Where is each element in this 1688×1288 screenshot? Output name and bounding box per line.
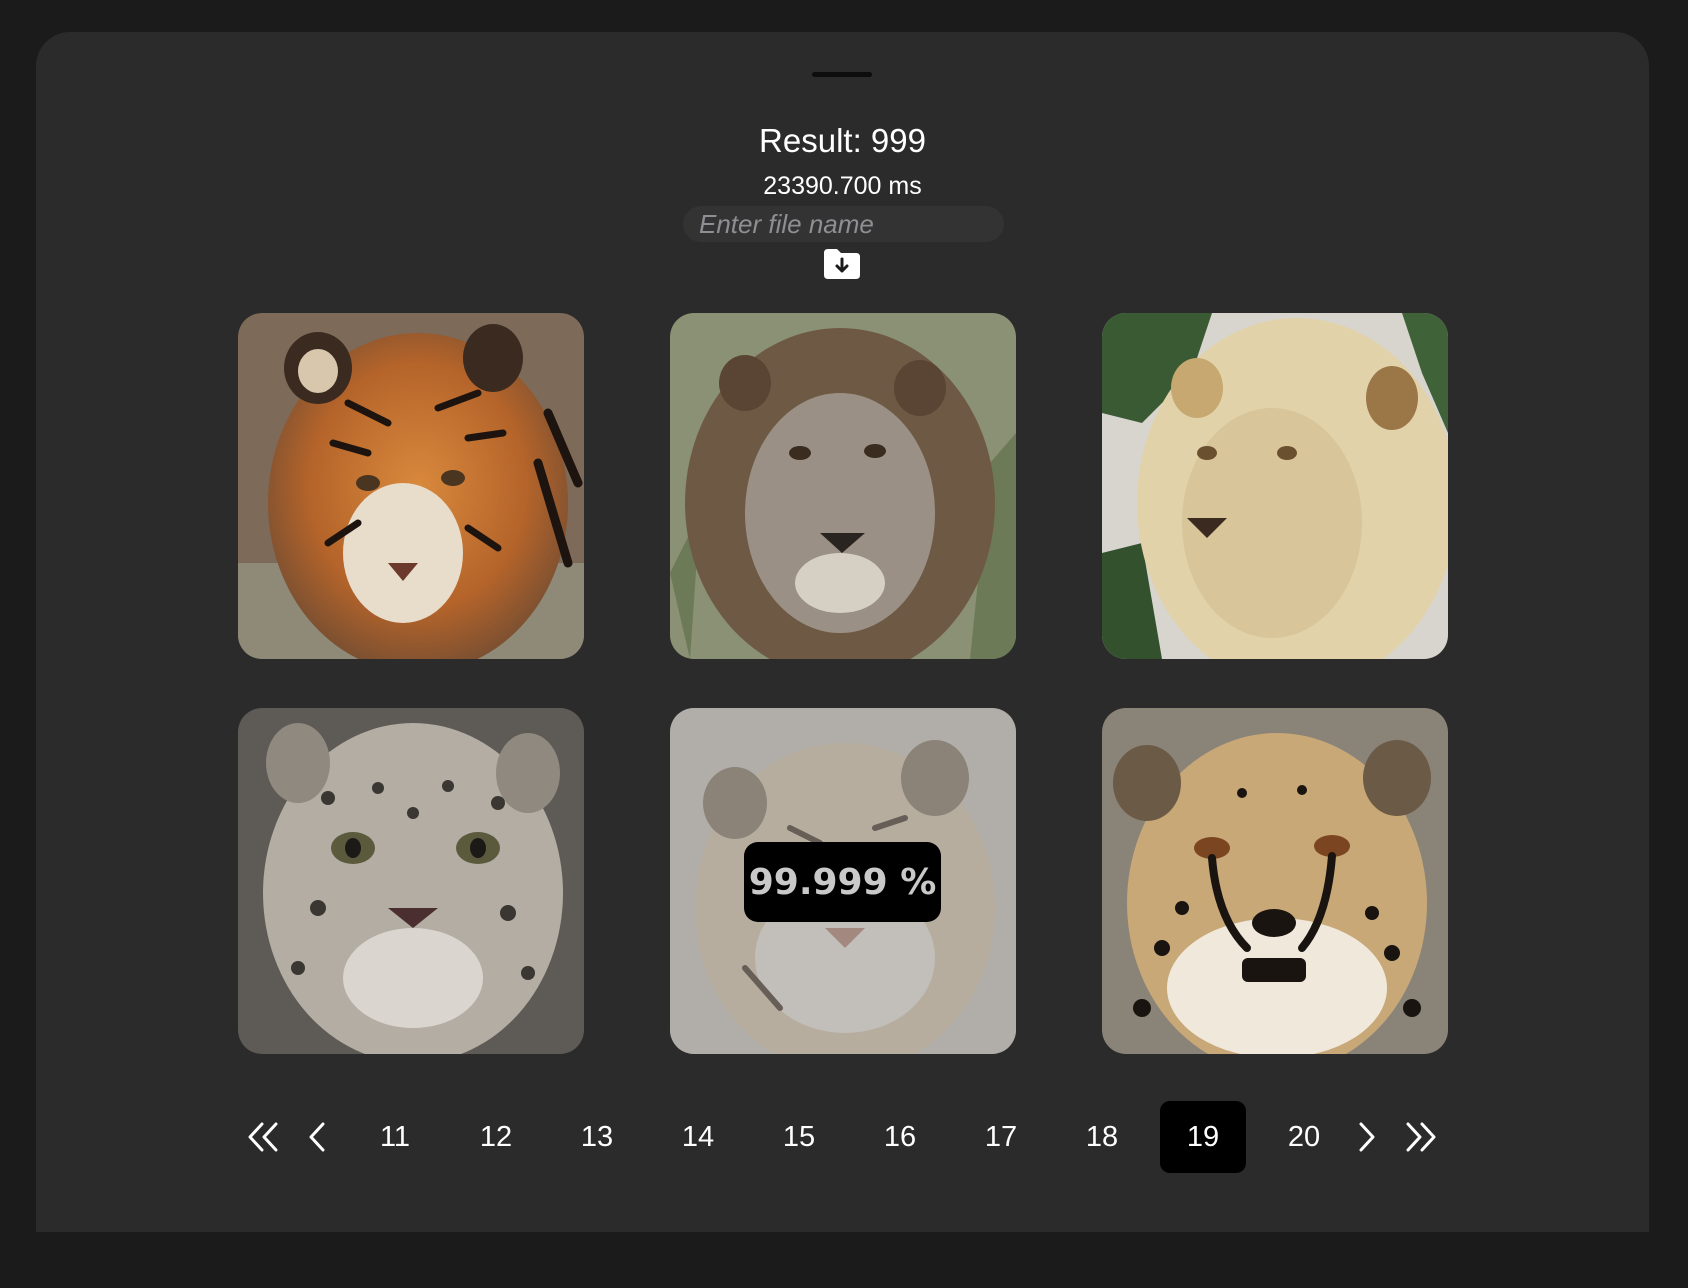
elapsed-time: 23390.700 ms (763, 172, 922, 200)
last-page-button[interactable] (1396, 1101, 1446, 1173)
prev-page-button[interactable] (292, 1101, 342, 1173)
page-19-button-current[interactable]: 19 (1160, 1101, 1246, 1173)
first-page-button[interactable] (238, 1101, 288, 1173)
image-tile-lion[interactable] (670, 313, 1016, 659)
page-12-button[interactable]: 12 (453, 1101, 539, 1173)
page-11-button[interactable]: 11 (352, 1101, 438, 1173)
page-13-button[interactable]: 13 (554, 1101, 640, 1173)
tiger-photo (238, 313, 584, 659)
page-14-button[interactable]: 14 (655, 1101, 741, 1173)
drag-handle[interactable] (812, 72, 872, 77)
page-18-button[interactable]: 18 (1059, 1101, 1145, 1173)
pagination: 11 12 13 14 15 16 17 18 19 20 (238, 1101, 1447, 1173)
double-chevron-right-icon (1406, 1122, 1436, 1152)
image-tile-tiger[interactable] (238, 313, 584, 659)
lion-photo (670, 313, 1016, 659)
image-tile-snow-leopard[interactable] (238, 708, 584, 1054)
page-20-button[interactable]: 20 (1261, 1101, 1347, 1173)
snow-leopard-photo (238, 708, 584, 1054)
folder-download-icon (824, 249, 860, 279)
image-grid: 99.999 % (238, 313, 1448, 1054)
cheetah-photo (1102, 708, 1448, 1054)
double-chevron-left-icon (248, 1122, 278, 1152)
next-page-button[interactable] (1342, 1101, 1392, 1173)
confidence-value: 99.999 % (748, 861, 937, 903)
page-15-button[interactable]: 15 (756, 1101, 842, 1173)
image-tile-white-lion[interactable] (1102, 313, 1448, 659)
save-button[interactable] (822, 245, 862, 281)
bottom-sheet: Result: 999 23390.700 ms Enter file name… (36, 32, 1649, 1232)
result-count: Result: 999 (759, 122, 926, 159)
image-tile-cheetah[interactable] (1102, 708, 1448, 1054)
image-tile-white-tiger[interactable]: 99.999 % (670, 708, 1016, 1054)
chevron-right-icon (1359, 1122, 1375, 1152)
confidence-badge: 99.999 % (744, 842, 941, 922)
chevron-left-icon (309, 1122, 325, 1152)
page-16-button[interactable]: 16 (857, 1101, 943, 1173)
page-17-button[interactable]: 17 (958, 1101, 1044, 1173)
filename-input[interactable] (683, 206, 1004, 242)
white-lion-photo (1102, 313, 1448, 659)
